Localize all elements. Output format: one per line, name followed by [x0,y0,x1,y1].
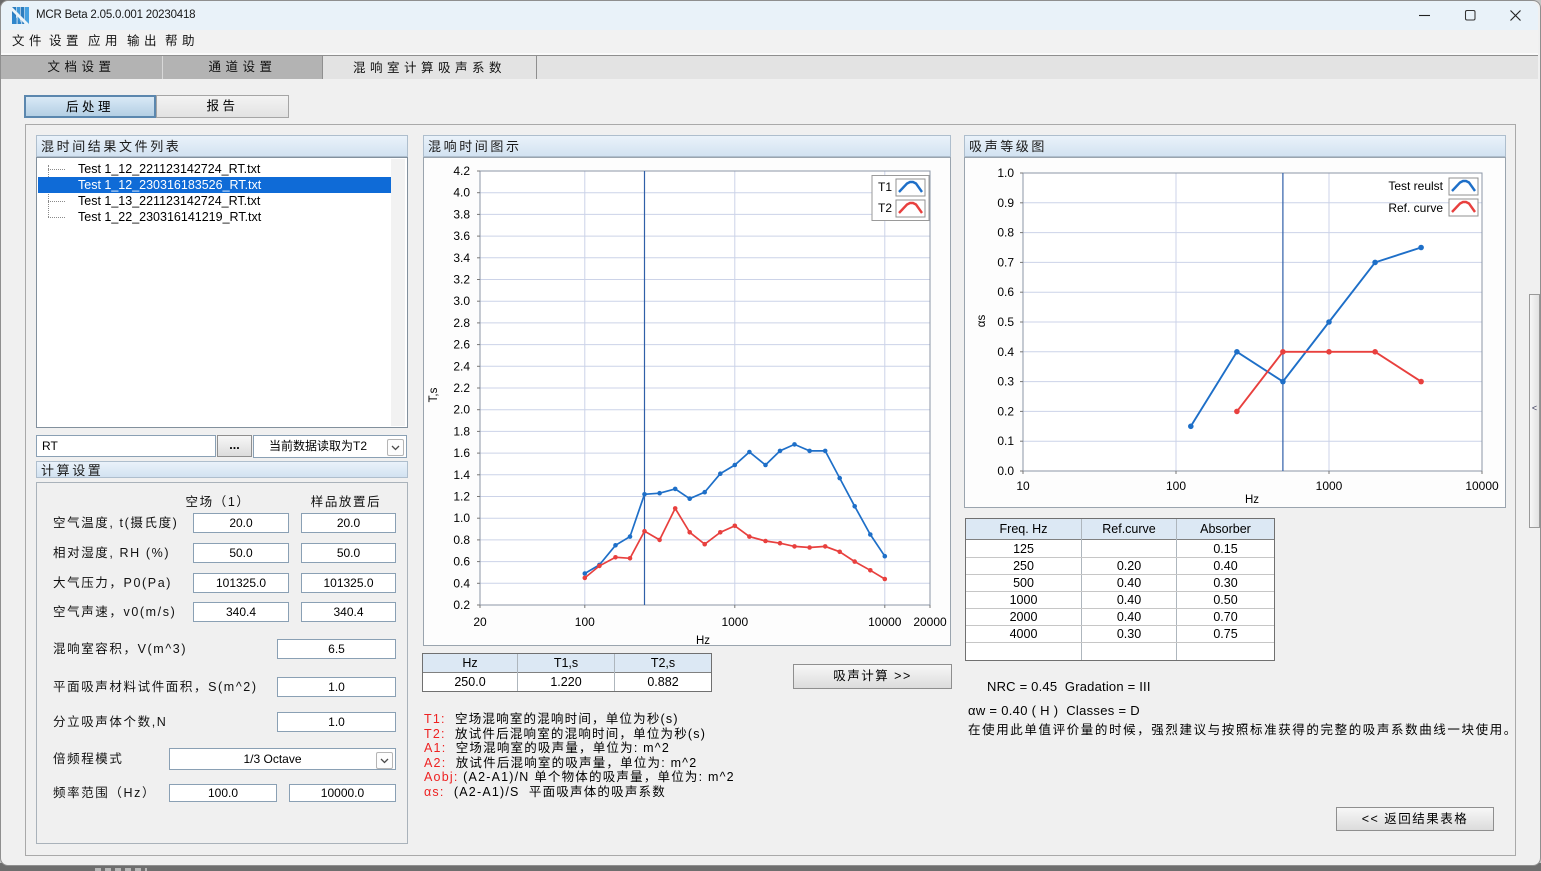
svg-text:0.1: 0.1 [997,434,1014,448]
svg-text:1.6: 1.6 [453,446,470,460]
svg-text:0.8: 0.8 [453,533,470,547]
svg-text:2.2: 2.2 [453,381,470,395]
svg-text:2.8: 2.8 [453,316,470,330]
svg-text:T1: T1 [878,180,892,194]
svg-text:1000: 1000 [1316,479,1343,493]
svg-text:2.0: 2.0 [453,403,470,417]
svg-text:1.4: 1.4 [453,468,470,482]
svg-text:1.2: 1.2 [453,490,470,504]
svg-text:0.2: 0.2 [453,598,470,612]
svg-text:1.0: 1.0 [453,511,470,525]
svg-text:1.8: 1.8 [453,424,470,438]
svg-text:0.6: 0.6 [453,555,470,569]
svg-text:20: 20 [473,615,487,629]
svg-text:T,s: T,s [428,387,440,402]
svg-text:10: 10 [1016,479,1030,493]
svg-text:Hz: Hz [1245,494,1259,506]
svg-text:1.0: 1.0 [997,166,1014,180]
svg-text:1000: 1000 [721,615,748,629]
svg-text:Ref. curve: Ref. curve [1388,201,1443,215]
svg-text:10000: 10000 [1465,479,1499,493]
svg-text:αs: αs [976,315,988,328]
svg-text:100: 100 [575,615,595,629]
svg-text:T2: T2 [878,201,892,215]
svg-text:Test reulst: Test reulst [1388,179,1443,193]
svg-text:0.8: 0.8 [997,226,1014,240]
svg-text:0.4: 0.4 [453,576,470,590]
svg-text:0.0: 0.0 [997,464,1014,478]
svg-text:20000: 20000 [913,615,947,629]
svg-text:100: 100 [1166,479,1186,493]
svg-text:4.2: 4.2 [453,164,470,178]
svg-text:Hz: Hz [696,635,710,645]
svg-text:2.4: 2.4 [453,359,470,373]
svg-text:10000: 10000 [868,615,902,629]
svg-text:0.7: 0.7 [997,255,1014,269]
svg-text:0.5: 0.5 [997,315,1014,329]
svg-text:3.4: 3.4 [453,251,470,265]
svg-text:3.8: 3.8 [453,207,470,221]
svg-text:4.0: 4.0 [453,186,470,200]
svg-text:3.0: 3.0 [453,294,470,308]
svg-text:0.9: 0.9 [997,196,1014,210]
svg-text:0.3: 0.3 [997,375,1014,389]
svg-text:0.2: 0.2 [997,404,1014,418]
svg-text:3.2: 3.2 [453,273,470,287]
svg-text:2.6: 2.6 [453,338,470,352]
svg-text:0.6: 0.6 [997,285,1014,299]
svg-text:3.6: 3.6 [453,229,470,243]
svg-text:0.4: 0.4 [997,345,1014,359]
